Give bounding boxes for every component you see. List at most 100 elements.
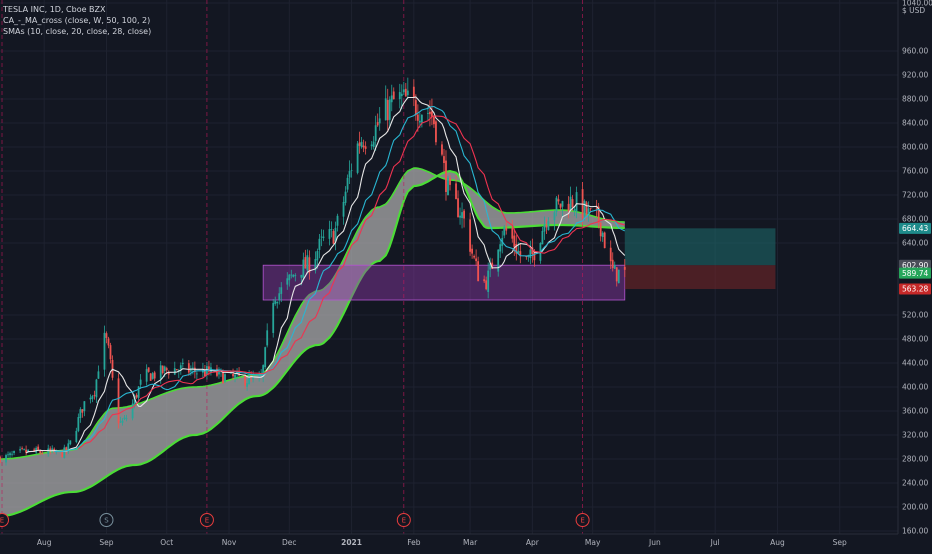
candle-body xyxy=(83,401,86,412)
candle-body xyxy=(139,379,142,385)
chart-area[interactable]: 160.00 200.00 240.00 280.00 320.00 360.00 400.… xyxy=(0,0,932,550)
event-badge-letter: E xyxy=(402,517,406,525)
candle-body xyxy=(7,454,9,456)
price-tick-label: 640.00 xyxy=(902,239,928,248)
candle-body xyxy=(350,170,353,171)
ma-cross-indicator-label[interactable]: CA_-_MA_cross (close, W, 50, 100, 2) xyxy=(3,15,151,26)
time-tick-label: Mar xyxy=(463,538,478,547)
price-tick-label: 920.00 xyxy=(902,71,928,80)
price-tick-label: 960.00 xyxy=(902,47,928,56)
event-badge-letter: E xyxy=(0,517,4,525)
candle-body xyxy=(601,232,604,237)
candle-body xyxy=(274,300,277,304)
time-tick-label: Nov xyxy=(222,538,237,547)
candle-body xyxy=(390,95,393,103)
price-chart[interactable]: 160.00 200.00 240.00 280.00 320.00 360.00 400.… xyxy=(0,0,932,550)
candle-body xyxy=(290,274,293,276)
time-tick-label: Jul xyxy=(710,538,720,547)
candle-body xyxy=(404,88,407,97)
time-tick-label: Aug xyxy=(770,538,785,547)
candle-body xyxy=(356,143,359,173)
event-badge-earnings[interactable]: E xyxy=(575,513,590,527)
price-tick-label: 200.00 xyxy=(902,503,928,512)
candle-body xyxy=(69,440,72,445)
event-badge-earnings[interactable]: E xyxy=(0,513,10,527)
price-tick-label: 280.00 xyxy=(902,455,928,464)
candle-body xyxy=(173,368,176,375)
candle-body xyxy=(414,100,417,116)
candle-body xyxy=(117,378,120,424)
time-tick-label: Aug xyxy=(37,538,52,547)
candle-body xyxy=(121,420,124,423)
candle-body xyxy=(332,231,335,244)
candle-body xyxy=(246,383,249,387)
candle-body xyxy=(191,367,194,369)
candle-body xyxy=(278,293,281,301)
symbol-title[interactable]: TESLA INC, 1D, Cboe BZX xyxy=(3,4,151,15)
candle-body xyxy=(302,259,305,278)
candle-body xyxy=(370,144,373,147)
candle-body xyxy=(483,279,486,282)
event-badge-split[interactable]: S xyxy=(99,513,114,527)
price-tick-label: 520.00 xyxy=(902,311,928,320)
candle-body xyxy=(623,266,626,270)
candle-body xyxy=(511,228,514,239)
candle-body xyxy=(5,455,7,463)
candle-body xyxy=(224,374,226,382)
candle-body xyxy=(541,230,544,245)
candle-body xyxy=(320,236,323,238)
candle-body xyxy=(400,93,403,97)
candle-body xyxy=(125,418,128,420)
candle-body xyxy=(441,144,443,155)
time-tick-label: Feb xyxy=(407,538,421,547)
event-badge-earnings[interactable]: E xyxy=(396,513,411,527)
zone-stop xyxy=(624,265,776,290)
candle-body xyxy=(378,118,381,124)
candle-body xyxy=(165,368,168,371)
candle-body xyxy=(276,301,279,304)
candle-body xyxy=(97,371,100,379)
candle-body xyxy=(149,373,152,381)
candle-body xyxy=(103,332,106,370)
candle-body xyxy=(471,248,474,254)
candle-body xyxy=(95,379,98,398)
price-tick-label: 440.00 xyxy=(902,359,928,368)
zone-target xyxy=(624,228,776,266)
candle-body xyxy=(418,120,421,123)
candle-body xyxy=(445,160,447,192)
candle-body xyxy=(559,203,562,208)
candle-body xyxy=(67,443,70,450)
sma-indicator-label[interactable]: SMAs (10, close, 20, close, 28, close) xyxy=(3,26,151,37)
candle-body xyxy=(503,226,506,236)
candle-body xyxy=(145,369,148,382)
candle-body xyxy=(131,403,134,419)
candle-body xyxy=(406,90,409,96)
candle-body xyxy=(358,142,361,146)
candle-body xyxy=(477,261,480,282)
candle-body xyxy=(485,280,488,290)
candle-body xyxy=(19,449,21,451)
candle-body xyxy=(585,202,588,215)
candle-body xyxy=(348,171,351,178)
candle-body xyxy=(599,222,602,237)
candle-body xyxy=(179,365,182,370)
candle-body xyxy=(0,456,1,463)
candle-body xyxy=(372,141,375,147)
candle-body xyxy=(611,259,614,269)
candle-body xyxy=(272,302,275,333)
candle-body xyxy=(392,91,395,100)
price-tick-label: 680.00 xyxy=(902,215,928,224)
candle-body xyxy=(455,183,457,200)
candle-body xyxy=(107,338,110,346)
candle-body xyxy=(529,249,532,259)
time-tick-label: Apr xyxy=(526,538,540,547)
candle-body xyxy=(280,287,283,294)
candle-body xyxy=(567,203,570,212)
event-badge-earnings[interactable]: E xyxy=(199,513,214,527)
price-tick-label: 400.00 xyxy=(902,383,928,392)
candle-body xyxy=(342,202,345,217)
candle-body xyxy=(435,121,437,143)
candle-body xyxy=(322,236,325,239)
candle-body xyxy=(81,409,84,413)
price-tick-label: 720.00 xyxy=(902,191,928,200)
